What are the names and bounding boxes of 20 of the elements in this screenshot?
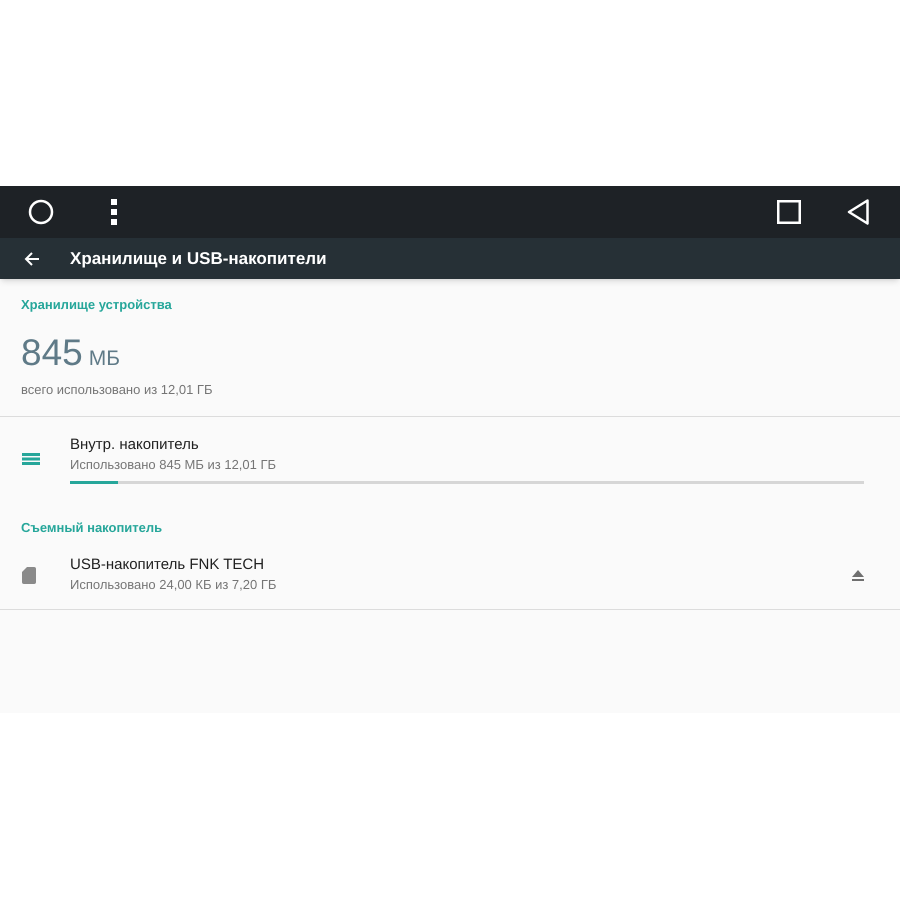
item-summary: Использовано 845 МБ из 12,01 ГБ [70,456,278,474]
eject-icon[interactable] [852,570,864,580]
storage-item[interactable]: Внутр. накопитель Использовано 845 МБ из 12,01 ГБ [0,434,900,484]
section-header: Хранилище устройства [20,296,173,314]
back-arrow-icon[interactable] [24,250,40,266]
used-caption: всего использовано из 12,01 ГБ [20,381,214,399]
more-icon[interactable] [111,199,117,225]
storage-item[interactable]: USB-накопитель FNK TECH Использовано 24,00 КБ из 7,20 ГБ [0,555,900,595]
section-header: Съемный накопитель [20,518,164,536]
item-summary: Использовано 24,00 КБ из 7,20 ГБ [70,576,278,594]
home-icon[interactable] [28,199,54,225]
back-triangle-icon[interactable] [847,199,869,225]
item-title: Внутр. накопитель [70,434,200,454]
item-title: USB-накопитель FNK TECH [70,555,266,575]
used-unit: МБ [88,346,120,372]
sd-card-icon [22,566,36,584]
toolbar-title: Хранилище и USB-накопители [70,248,327,270]
storage-icon [22,453,40,465]
recents-icon[interactable] [777,200,801,224]
used-amount: 845 [21,332,83,372]
